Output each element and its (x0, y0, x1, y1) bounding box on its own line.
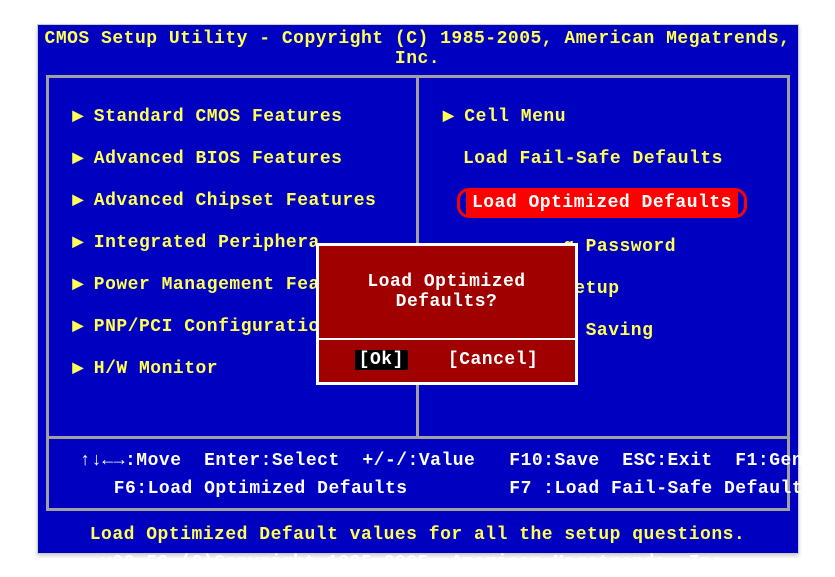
help-line-2: F6:Load Optimized Defaults F7 :Load Fail… (69, 479, 815, 499)
menu-label: Advanced Chipset Features (94, 191, 377, 211)
triangle-icon: ▶ (73, 276, 84, 293)
menu-advanced-chipset[interactable]: ▶ Advanced Chipset Features (73, 180, 407, 222)
footer-description: Load Optimized Default values for all th… (38, 521, 798, 549)
triangle-icon: ▶ (73, 192, 84, 209)
menu-cell[interactable]: ▶ Cell Menu (443, 96, 777, 138)
menu-label: Integrated Periphera (94, 233, 320, 253)
triangle-icon: ▶ (443, 108, 454, 125)
menu-label: g Password (563, 237, 676, 257)
triangle-icon: ▶ (73, 234, 84, 251)
cancel-button[interactable]: [Cancel] (448, 350, 538, 370)
menu-load-failsafe[interactable]: Load Fail-Safe Defaults (443, 138, 777, 180)
footer-version: v02.59 (C)Copyright 1985-2005, American … (38, 549, 798, 577)
triangle-icon: ▶ (73, 360, 84, 377)
menu-label: Cell Menu (464, 107, 566, 127)
help-line-1: ↑↓←→:Move Enter:Select +/-/:Value F10:Sa… (69, 451, 835, 471)
triangle-icon: ▶ (73, 150, 84, 167)
triangle-icon: ▶ (73, 318, 84, 335)
menu-label: Load Fail-Safe Defaults (463, 149, 723, 169)
confirm-dialog: Load Optimized Defaults? [Ok] [Cancel] (316, 243, 578, 385)
menu-advanced-bios[interactable]: ▶ Advanced BIOS Features (73, 138, 407, 180)
footer: Load Optimized Default values for all th… (38, 521, 798, 577)
menu-label: Power Management Fea (94, 275, 320, 295)
dialog-buttons: [Ok] [Cancel] (319, 340, 575, 382)
ok-button[interactable]: [Ok] (355, 350, 408, 370)
title-bar: CMOS Setup Utility - Copyright (C) 1985-… (38, 25, 798, 75)
triangle-icon: ▶ (73, 108, 84, 125)
menu-label: Advanced BIOS Features (94, 149, 343, 169)
bios-screen: CMOS Setup Utility - Copyright (C) 1985-… (37, 24, 799, 554)
dialog-message: Load Optimized Defaults? (319, 246, 575, 338)
menu-label-selected: Load Optimized Defaults (466, 191, 738, 215)
menu-label: H/W Monitor (94, 359, 218, 379)
highlight-box: Load Optimized Defaults (457, 188, 747, 218)
help-bar: ↑↓←→:Move Enter:Select +/-/:Value F10:Sa… (49, 439, 787, 509)
menu-standard-cmos[interactable]: ▶ Standard CMOS Features (73, 96, 407, 138)
menu-load-optimized[interactable]: Load Optimized Defaults (437, 180, 777, 226)
menu-label: PNP/PCI Configuratio (94, 317, 320, 337)
menu-label: Standard CMOS Features (94, 107, 343, 127)
